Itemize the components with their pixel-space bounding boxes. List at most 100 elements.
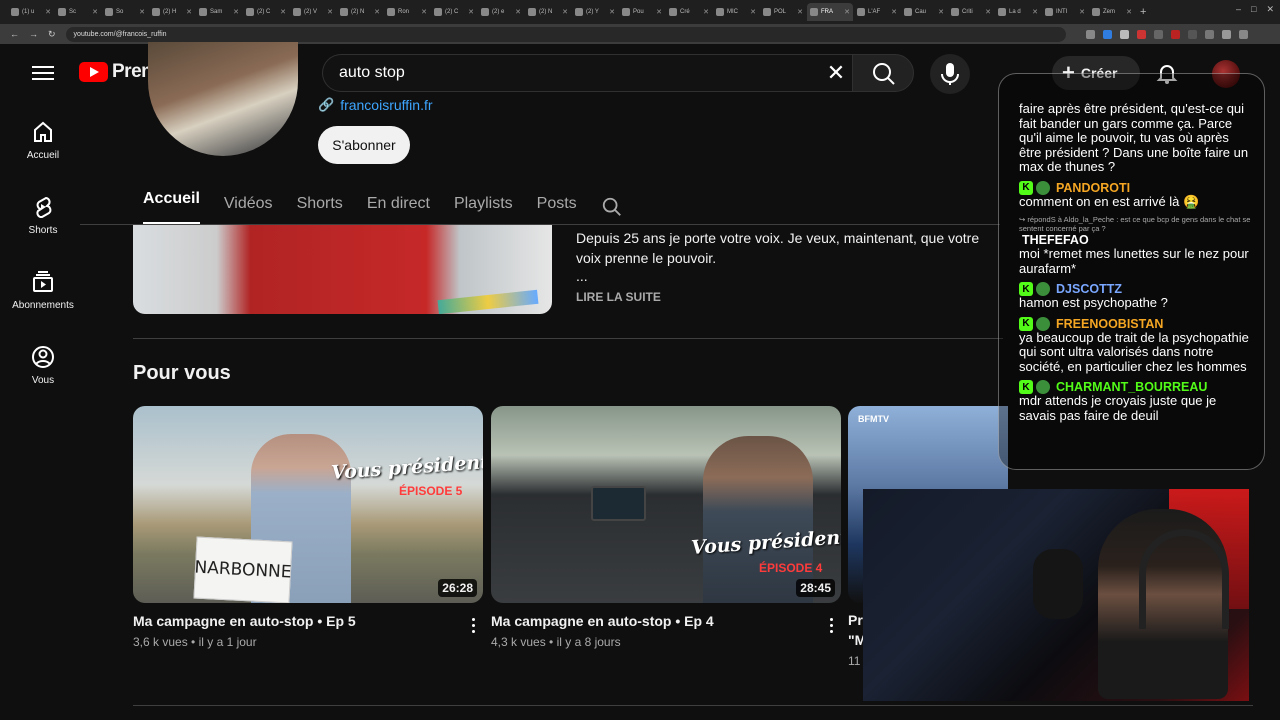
minimize-icon[interactable]: – [1236, 4, 1241, 15]
close-tab-icon[interactable]: ✕ [186, 8, 192, 16]
video-title[interactable]: Ma campagne en auto-stop • Ep 5 [133, 613, 453, 629]
reload-icon[interactable]: ↻ [48, 29, 56, 40]
close-tab-icon[interactable]: ✕ [844, 8, 850, 16]
browser-tab[interactable]: Cau ✕ [901, 3, 947, 21]
browser-tab[interactable]: (2) C ✕ [243, 3, 289, 21]
browser-tab[interactable]: (2) e ✕ [478, 3, 524, 21]
tab-shorts[interactable]: Shorts [297, 195, 343, 219]
close-tab-icon[interactable]: ✕ [797, 8, 803, 16]
close-tab-icon[interactable]: ✕ [703, 8, 709, 16]
close-tab-icon[interactable]: ✕ [421, 8, 427, 16]
close-tab-icon[interactable]: ✕ [1032, 8, 1038, 16]
new-tab-icon[interactable]: + [1140, 6, 1146, 18]
close-tab-icon[interactable]: ✕ [92, 8, 98, 16]
guide-item-home[interactable]: Accueil [8, 102, 78, 177]
close-tab-icon[interactable]: ✕ [891, 8, 897, 16]
browser-tab[interactable]: Ron ✕ [384, 3, 430, 21]
extension-icon[interactable] [1136, 29, 1146, 39]
browser-tab[interactable]: Pou ✕ [619, 3, 665, 21]
browser-tab[interactable]: (2) N ✕ [525, 3, 571, 21]
close-tab-icon[interactable]: ✕ [374, 8, 380, 16]
tab-playlists[interactable]: Playlists [454, 195, 513, 219]
channel-avatar[interactable] [148, 42, 298, 156]
close-tab-icon[interactable]: ✕ [280, 8, 286, 16]
browser-tab[interactable]: (2) V ✕ [290, 3, 336, 21]
video-card[interactable]: Vous président ! ÉPISODE 4 28:45 Ma camp… [491, 406, 841, 649]
browser-tab[interactable]: (1) u ✕ [8, 3, 54, 21]
tab-videos[interactable]: Vidéos [224, 195, 273, 219]
browser-tab-label: (2) V [304, 9, 318, 15]
bookmark-star-icon[interactable] [1119, 29, 1129, 39]
zoom-icon[interactable] [1085, 29, 1095, 39]
video-thumbnail[interactable]: Vous président ! ÉPISODE 4 28:45 [491, 406, 841, 603]
video-thumbnail[interactable]: NARBONNE Vous président ! ÉPISODE 5 26:2… [133, 406, 483, 603]
close-tab-icon[interactable]: ✕ [562, 8, 568, 16]
browser-tab[interactable]: L'AF ✕ [854, 3, 900, 21]
close-tab-icon[interactable]: ✕ [1126, 8, 1132, 16]
featured-video-thumbnail[interactable] [133, 225, 552, 314]
video-title[interactable]: Pr [848, 612, 863, 628]
browser-tab[interactable]: (2) N ✕ [337, 3, 383, 21]
browser-tab[interactable]: (2) C ✕ [431, 3, 477, 21]
subscribe-button[interactable]: S'abonner [318, 126, 410, 164]
close-tab-icon[interactable]: ✕ [515, 8, 521, 16]
more-options-icon[interactable] [465, 613, 481, 637]
browser-tab[interactable]: (2) H ✕ [149, 3, 195, 21]
browser-tab[interactable]: INTI ✕ [1042, 3, 1088, 21]
browser-tab[interactable]: Sam ✕ [196, 3, 242, 21]
close-tab-icon[interactable]: ✕ [656, 8, 662, 16]
browser-tab[interactable]: POL ✕ [760, 3, 806, 21]
browser-tab-label: (2) H [163, 9, 177, 15]
profile-icon[interactable] [1221, 29, 1231, 39]
close-tab-icon[interactable]: ✕ [139, 8, 145, 16]
maximize-icon[interactable]: □ [1251, 4, 1256, 15]
featured-video-description: Depuis 25 ans je porte votre voix. Je ve… [576, 230, 980, 266]
extension-icon[interactable] [1170, 29, 1180, 39]
video-meta: 3,6 k vues • il y a 1 jour [133, 635, 257, 649]
channel-search-icon[interactable] [601, 196, 623, 218]
browser-tab[interactable]: (2) Y ✕ [572, 3, 618, 21]
search-button[interactable] [852, 54, 914, 92]
close-tab-icon[interactable]: ✕ [233, 8, 239, 16]
read-more-link[interactable]: LIRE LA SUITE [576, 290, 661, 304]
extension-icon[interactable] [1187, 29, 1197, 39]
browser-menu-icon[interactable] [1238, 29, 1248, 39]
close-tab-icon[interactable]: ✕ [45, 8, 51, 16]
close-tab-icon[interactable]: ✕ [609, 8, 615, 16]
hamburger-menu-icon[interactable] [30, 62, 56, 84]
search-input[interactable] [339, 64, 799, 82]
close-tab-icon[interactable]: ✕ [327, 8, 333, 16]
extension-icon[interactable] [1153, 29, 1163, 39]
tab-posts[interactable]: Posts [537, 195, 577, 219]
close-tab-icon[interactable]: ✕ [750, 8, 756, 16]
close-tab-icon[interactable]: ✕ [1079, 8, 1085, 16]
forward-icon[interactable]: → [29, 29, 38, 39]
back-icon[interactable]: ← [10, 29, 19, 39]
guide-item-you[interactable]: Vous [8, 327, 78, 402]
video-title[interactable]: Ma campagne en auto-stop • Ep 4 [491, 613, 811, 629]
close-window-icon[interactable]: ✕ [1266, 4, 1274, 15]
browser-tab[interactable]: So ✕ [102, 3, 148, 21]
extension-icon[interactable] [1102, 29, 1112, 39]
channel-website-link[interactable]: 🔗 francoisruffin.fr [318, 97, 433, 113]
tab-live[interactable]: En direct [367, 195, 430, 219]
close-tab-icon[interactable]: ✕ [938, 8, 944, 16]
more-options-icon[interactable] [823, 613, 839, 637]
voice-search-button[interactable] [930, 54, 970, 94]
browser-tab[interactable]: Cré ✕ [666, 3, 712, 21]
browser-tab[interactable]: FRA ✕ [807, 3, 853, 21]
browser-tab[interactable]: La d ✕ [995, 3, 1041, 21]
clear-search-icon[interactable]: ✕ [826, 62, 846, 84]
tab-home[interactable]: Accueil [143, 190, 200, 224]
browser-tab[interactable]: Zem ✕ [1089, 3, 1135, 21]
close-tab-icon[interactable]: ✕ [468, 8, 474, 16]
address-bar[interactable]: youtube.com/@francois_ruffin [65, 26, 1066, 42]
close-tab-icon[interactable]: ✕ [985, 8, 991, 16]
browser-tab[interactable]: Criti ✕ [948, 3, 994, 21]
guide-item-shorts[interactable]: Shorts [8, 177, 78, 252]
video-card[interactable]: NARBONNE Vous président ! ÉPISODE 5 26:2… [133, 406, 483, 649]
browser-tab[interactable]: MIC ✕ [713, 3, 759, 21]
extensions-puzzle-icon[interactable] [1204, 29, 1214, 39]
guide-item-subscriptions[interactable]: Abonnements [8, 252, 78, 327]
browser-tab[interactable]: Sc ✕ [55, 3, 101, 21]
